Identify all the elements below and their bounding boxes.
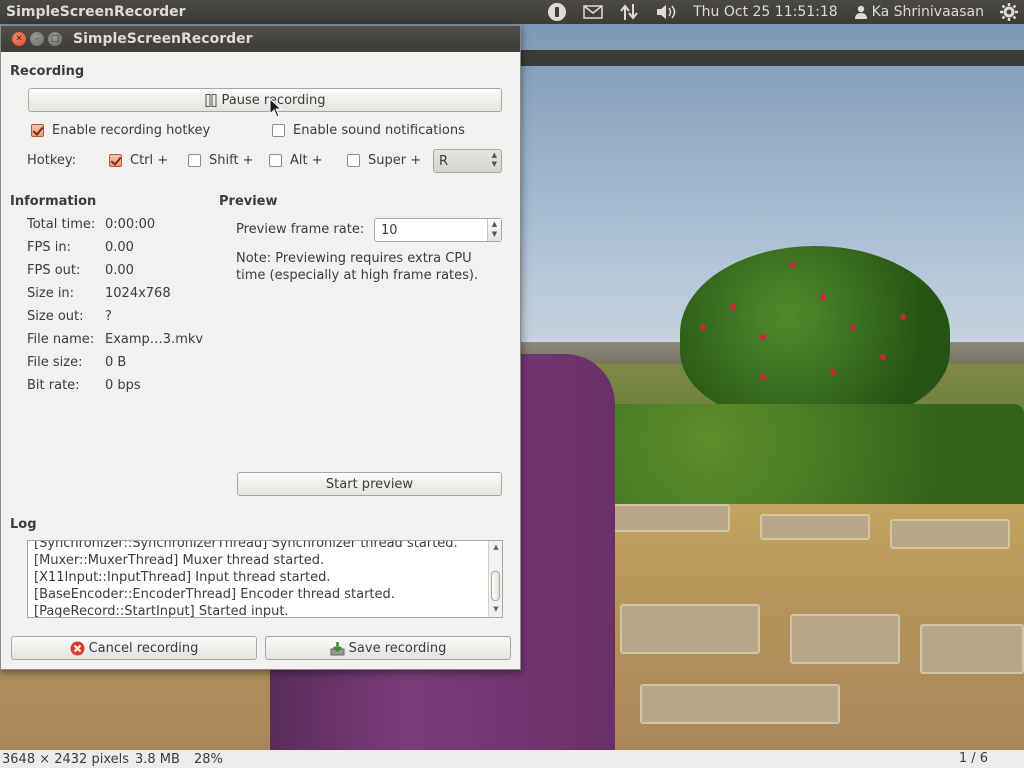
info-row-fps-in: FPS in: 0.00 — [27, 240, 134, 255]
window-title: SimpleScreenRecorder — [73, 31, 253, 47]
log-line: [Synchronizer::SynchronizerThread] Synch… — [34, 540, 458, 551]
indicator-area: Thu Oct 25 11:51:18 Ka Shrinivaasan — [539, 0, 1024, 24]
super-modifier-checkbox[interactable]: Super + — [347, 153, 421, 168]
recording-section-label: Recording — [10, 64, 85, 79]
info-row-total-time: Total time: 0:00:00 — [27, 217, 156, 232]
user-name: Ka Shrinivaasan — [871, 4, 984, 20]
log-line: [BaseEncoder::EncoderThread] Encoder thr… — [34, 587, 395, 602]
shift-label: Shift + — [209, 153, 254, 168]
log-line: [X11Input::InputThread] Input thread sta… — [34, 570, 331, 585]
preview-section-label: Preview — [219, 194, 278, 209]
save-recording-button[interactable]: Save recording — [265, 636, 511, 660]
recorder-window: ✕ – □ SimpleScreenRecorder Recording Pau… — [0, 25, 521, 670]
hotkey-key-value: R — [439, 154, 449, 169]
cancel-recording-label: Cancel recording — [88, 640, 199, 656]
mail-icon[interactable] — [583, 5, 603, 19]
log-line: [PageRecord::StartInput] Started input. — [34, 604, 289, 618]
super-label: Super + — [368, 153, 422, 168]
user-menu[interactable]: Ka Shrinivaasan — [854, 4, 984, 20]
alt-modifier-checkbox[interactable]: Alt + — [269, 153, 323, 168]
checkbox-box — [269, 154, 282, 167]
cancel-recording-button[interactable]: Cancel recording — [11, 636, 257, 660]
image-file-size: 3.8 MB — [135, 751, 180, 767]
checkbox-box — [188, 154, 201, 167]
gear-icon[interactable] — [1000, 3, 1018, 21]
log-section-label: Log — [10, 517, 37, 532]
pause-icon — [205, 93, 217, 107]
window-maximize-button[interactable]: □ — [48, 32, 62, 46]
ctrl-modifier-checkbox[interactable]: Ctrl + — [109, 153, 168, 168]
ctrl-label: Ctrl + — [130, 153, 169, 168]
checkbox-box — [347, 154, 360, 167]
info-row-size-in: Size in: 1024x768 — [27, 286, 171, 301]
start-preview-button[interactable]: Start preview — [237, 472, 502, 496]
information-section-label: Information — [10, 194, 97, 209]
alt-label: Alt + — [290, 153, 323, 168]
enable-hotkey-checkbox[interactable]: Enable recording hotkey — [31, 123, 210, 138]
scroll-up-icon[interactable]: ▲ — [491, 543, 501, 553]
enable-hotkey-label: Enable recording hotkey — [52, 123, 211, 138]
image-zoom: 28% — [193, 751, 223, 767]
log-output[interactable]: [Synchronizer::SynchronizerThread] Synch… — [27, 540, 503, 618]
preview-frame-rate-value: 10 — [381, 223, 398, 238]
mouse-cursor-icon — [269, 97, 283, 122]
scroll-down-icon[interactable]: ▼ — [491, 605, 501, 615]
top-panel: SimpleScreenRecorder Thu Oct 25 11:51:18… — [0, 0, 1024, 24]
indicator-icon[interactable] — [547, 2, 567, 22]
cancel-icon — [70, 641, 85, 656]
spinbox-arrows-icon[interactable]: ▲ ▼ — [487, 219, 501, 241]
checkbox-box — [31, 124, 44, 137]
enable-sound-label: Enable sound notifications — [293, 123, 465, 138]
shift-modifier-checkbox[interactable]: Shift + — [188, 153, 254, 168]
window-close-button[interactable]: ✕ — [12, 32, 26, 46]
preview-frame-rate-spinbox[interactable]: 10 ▲ ▼ — [374, 218, 502, 242]
info-row-fps-out: FPS out: 0.00 — [27, 263, 134, 278]
hotkey-key-select[interactable]: R ▲ ▼ — [433, 149, 502, 173]
checkbox-box — [109, 154, 122, 167]
viewer-status-bar: 3648 × 2432 pixels 3.8 MB 28% 1 / 6 — [0, 750, 1024, 768]
save-recording-label: Save recording — [348, 640, 447, 656]
preview-note: Note: Previewing requires extra CPU time… — [236, 251, 479, 283]
log-line: [Muxer::MuxerThread] Muxer thread starte… — [34, 553, 325, 568]
volume-icon[interactable] — [655, 3, 677, 21]
enable-sound-checkbox[interactable]: Enable sound notifications — [272, 123, 465, 138]
user-icon — [854, 5, 867, 19]
window-titlebar[interactable]: ✕ – □ SimpleScreenRecorder — [1, 26, 520, 52]
network-icon[interactable] — [619, 3, 639, 21]
info-row-bit-rate: Bit rate: 0 bps — [27, 378, 141, 393]
info-row-file-size: File size: 0 B — [27, 355, 127, 370]
checkbox-box — [272, 124, 285, 137]
save-icon — [330, 641, 345, 656]
image-pager: 1 / 6 — [958, 751, 988, 766]
chevron-updown-icon: ▲ ▼ — [491, 151, 497, 168]
preview-frame-rate-label: Preview frame rate: — [236, 222, 365, 237]
image-dimensions: 3648 × 2432 pixels — [2, 751, 129, 767]
info-row-size-out: Size out:? — [27, 309, 112, 324]
active-app-title: SimpleScreenRecorder — [6, 4, 186, 20]
scrollbar-thumb[interactable] — [491, 571, 500, 601]
hotkey-label: Hotkey: — [27, 153, 77, 168]
pause-recording-button[interactable]: Pause recording — [28, 88, 502, 112]
log-scrollbar[interactable]: ▲ ▼ — [488, 541, 502, 617]
window-minimize-button[interactable]: – — [30, 32, 44, 46]
info-row-file-name: File name: Examp…3.mkv — [27, 332, 204, 347]
clock[interactable]: Thu Oct 25 11:51:18 — [693, 4, 838, 20]
